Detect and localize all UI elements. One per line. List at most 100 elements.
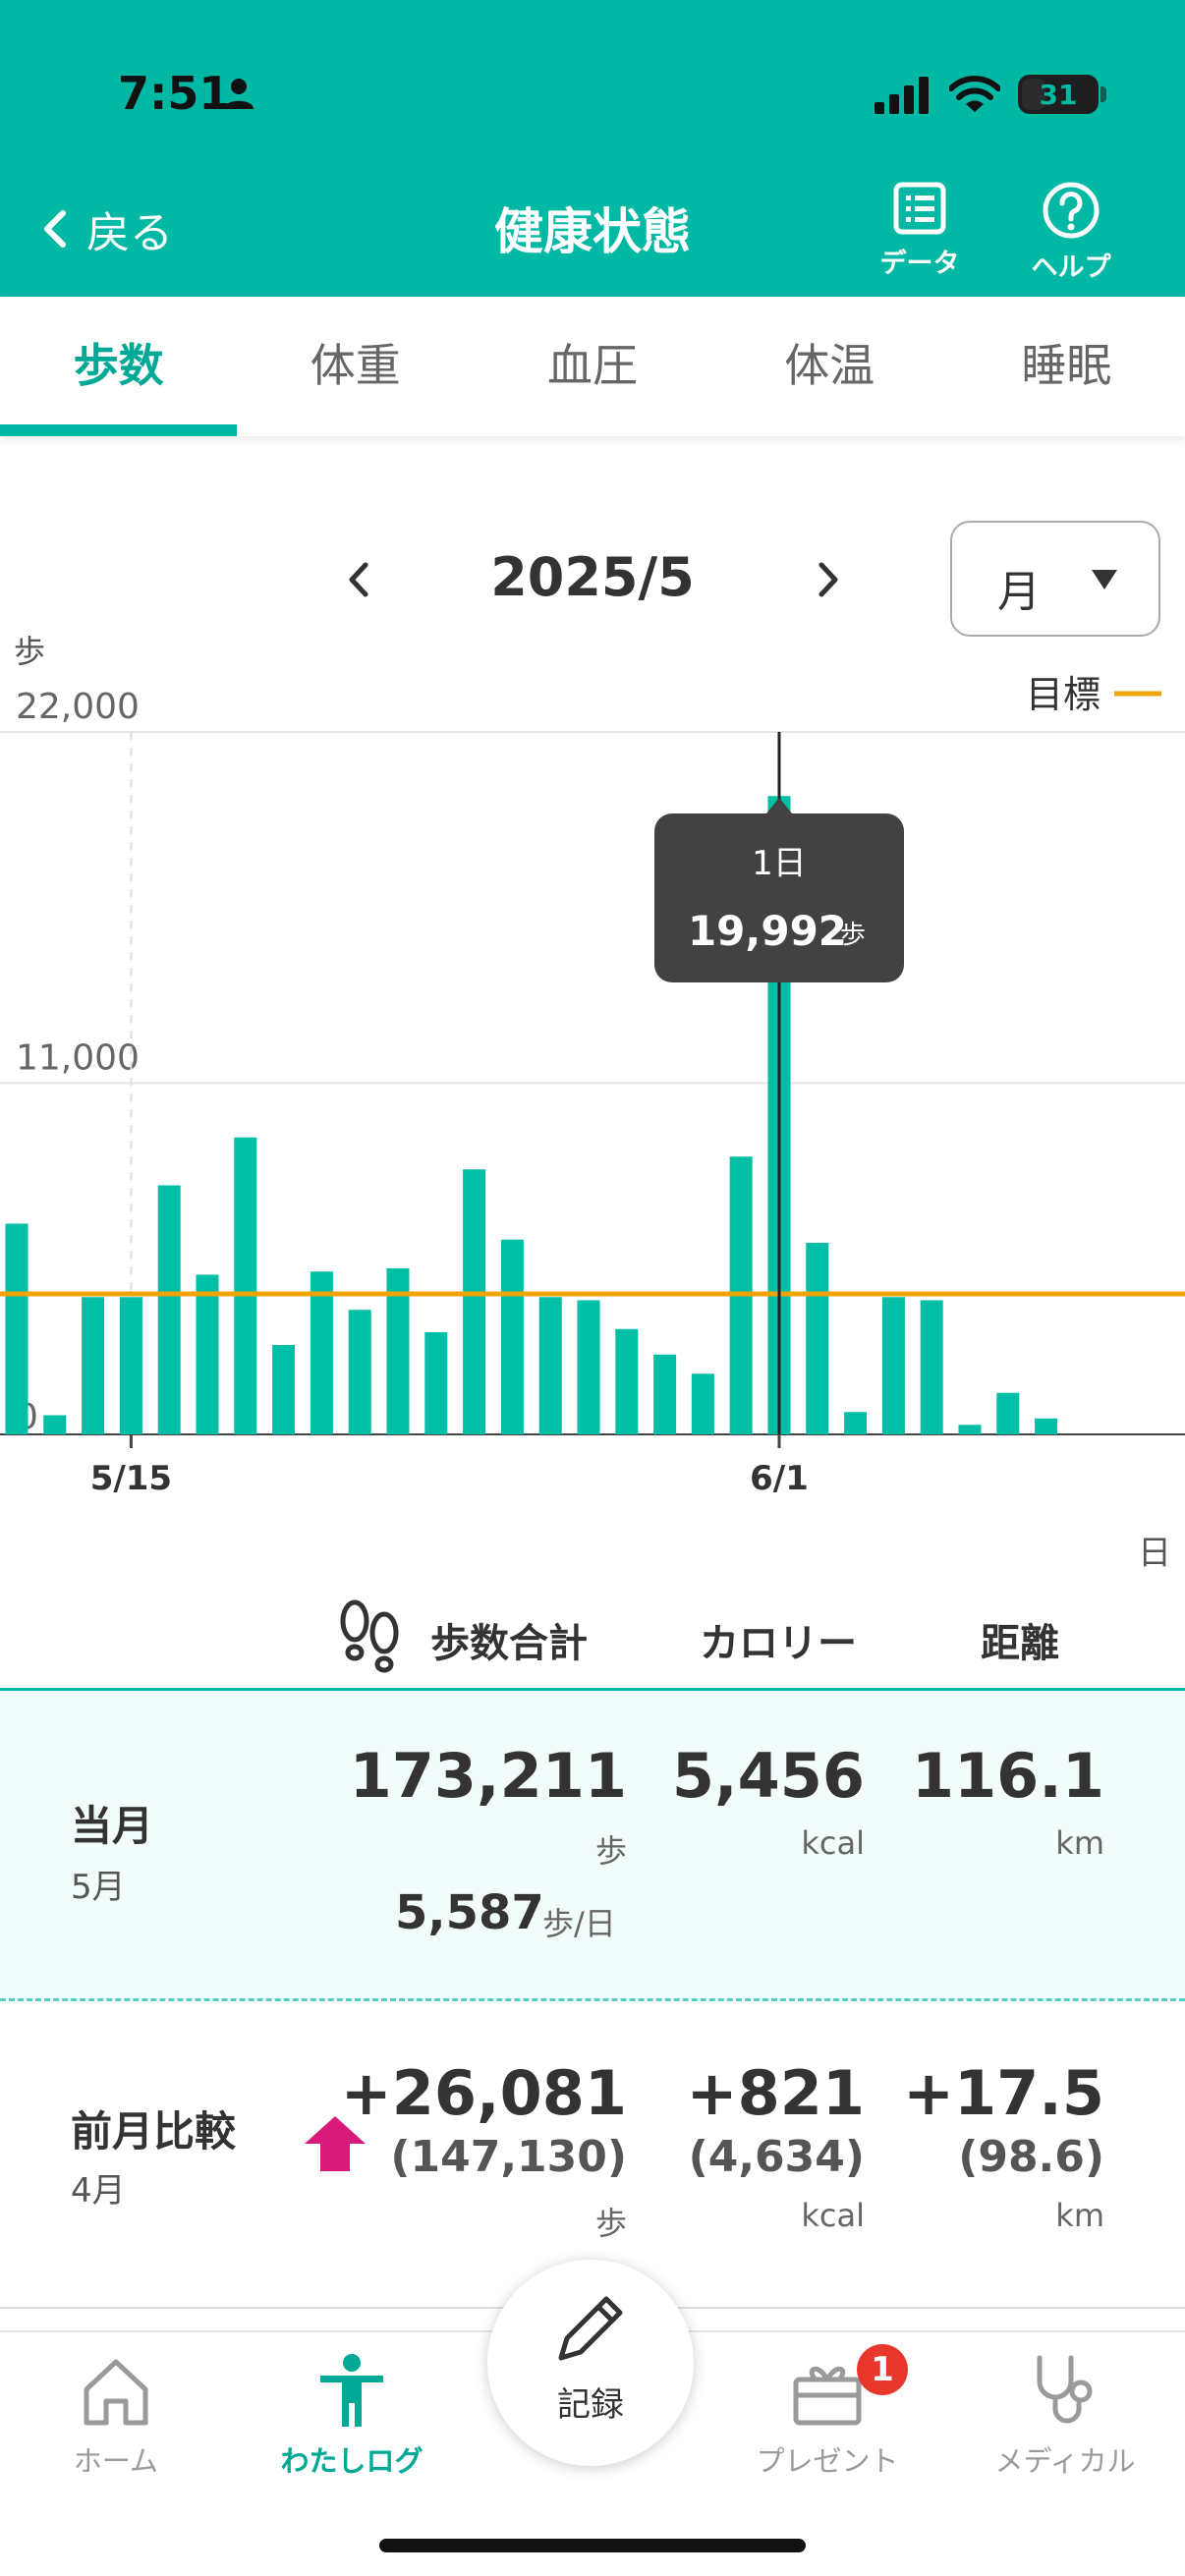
current-daily-unit: 歩/日 (542, 1905, 616, 1942)
current-month-label: 当月 (71, 1802, 154, 1850)
bar (615, 1328, 639, 1434)
bar (119, 1297, 142, 1434)
compare-sub: 4月 (71, 2171, 126, 2211)
footprints-icon (340, 1599, 399, 1673)
bar (82, 1297, 105, 1434)
status-bar: 7:51 31 (0, 67, 1185, 126)
tab-steps[interactable]: 歩数 (0, 297, 238, 436)
tab-temperature[interactable]: 体温 (711, 297, 948, 436)
data-button[interactable]: データ (851, 181, 988, 289)
caret-down-icon (1092, 570, 1117, 589)
tooltip-box (654, 813, 904, 982)
bar (844, 1412, 868, 1434)
y-tick-label: 11,000 (16, 1038, 140, 1079)
present-notification-badge: 1 (857, 2344, 908, 2395)
record-button[interactable]: 記録 (487, 2260, 694, 2466)
compare-calories-unit: kcal (801, 2197, 865, 2234)
bar (5, 1223, 28, 1434)
bar (424, 1332, 448, 1434)
y-tick-label: 22,000 (16, 687, 140, 727)
chevron-right-icon (818, 562, 838, 597)
nav-medical-label: メディカル (994, 2444, 1136, 2478)
back-label: 戻る (86, 208, 173, 258)
steps-bar-chart: 歩 22,00011,00005/156/1 目標1日19,992歩日 (0, 633, 1185, 1573)
period-label: 2025/5 (490, 546, 695, 608)
nav-home[interactable]: ホーム (18, 2352, 214, 2480)
bar (881, 1297, 905, 1434)
bar (653, 1354, 677, 1434)
bar (157, 1185, 181, 1434)
tab-weight[interactable]: 体重 (237, 297, 474, 436)
battery-icon: 31 (1018, 75, 1106, 114)
range-select-value: 月 (997, 567, 1041, 617)
wifi-icon (949, 76, 1000, 112)
stethoscope-icon (1037, 2355, 1093, 2424)
x-tick-label: 5/15 (90, 1459, 172, 1498)
gift-card-icon (793, 2366, 862, 2426)
bar (691, 1373, 714, 1434)
compare-distance-unit: km (1055, 2197, 1104, 2234)
chevron-left-icon (44, 210, 66, 248)
current-distance: 116.1 (911, 1740, 1104, 1812)
bar (958, 1425, 982, 1434)
current-month-sub: 5月 (71, 1868, 126, 1907)
compare-steps-prev: (147,130) (390, 2132, 627, 2182)
current-steps-total: 173,211 (349, 1740, 627, 1812)
compare-steps-unit: 歩 (594, 2205, 627, 2242)
nav-present-label: プレゼント (756, 2444, 899, 2478)
list-document-icon (893, 182, 946, 235)
bar (920, 1300, 943, 1434)
goal-legend-label: 目標 (1026, 673, 1100, 716)
home-indicator (379, 2539, 806, 2552)
bar (538, 1297, 562, 1434)
tab-sleep[interactable]: 睡眠 (948, 297, 1185, 436)
status-time: 7:51 (118, 67, 231, 120)
tooltip-value: 19,992 (688, 907, 847, 955)
x-axis-unit: 日 (1138, 1534, 1171, 1573)
compare-label: 前月比較 (71, 2107, 237, 2156)
bar (1035, 1418, 1058, 1434)
range-select[interactable]: 月 (950, 521, 1160, 637)
bar (272, 1345, 296, 1434)
person-standing-icon (320, 2354, 383, 2427)
metric-tabs: 歩数 体重 血圧 体温 睡眠 (0, 297, 1185, 436)
tooltip-unit: 歩 (840, 921, 866, 950)
nav-home-label: ホーム (73, 2444, 159, 2478)
selected-tooltip: 1日 19,992歩 (654, 798, 904, 982)
bar (348, 1310, 371, 1434)
y-axis-unit: 歩 (14, 633, 45, 670)
bar (996, 1392, 1020, 1434)
x-tick-label: 6/1 (750, 1459, 809, 1498)
summary-header: 歩数合計 カロリー 距離 (0, 1592, 1185, 1690)
next-period-button[interactable] (800, 545, 859, 614)
help-button[interactable]: ヘルプ (1002, 181, 1140, 289)
battery-level: 31 (1039, 79, 1078, 111)
distance-header: 距離 (981, 1621, 1059, 1666)
record-button-label: 記録 (557, 2385, 624, 2425)
current-month-row: 当月 5月 173,211 歩 5,587 歩/日 5,456 kcal 116… (0, 1691, 1185, 1999)
nav-mylog[interactable]: わたしログ (254, 2352, 450, 2480)
bar (43, 1415, 67, 1434)
pencil-icon (558, 2296, 623, 2361)
current-distance-unit: km (1055, 1824, 1104, 1862)
calories-header: カロリー (700, 1621, 857, 1666)
bar (806, 1243, 829, 1434)
tooltip-date: 1日 (752, 844, 807, 883)
help-icon (1043, 182, 1100, 239)
nav-mylog-label: わたしログ (280, 2444, 423, 2478)
person-icon (224, 79, 254, 109)
bar (577, 1300, 600, 1434)
compare-calories-prev: (4,634) (688, 2132, 865, 2182)
current-steps-unit: 歩 (594, 1832, 627, 1870)
previous-period-button[interactable] (328, 545, 387, 614)
compare-distance-diff: +17.5 (903, 2057, 1104, 2129)
tab-blood-pressure[interactable]: 血圧 (474, 297, 710, 436)
back-button[interactable]: 戻る (39, 195, 173, 263)
bar (234, 1137, 257, 1434)
compare-steps-diff: +26,081 (340, 2057, 627, 2129)
compare-distance-prev: (98.6) (958, 2132, 1104, 2182)
steps-total-header: 歩数合計 (430, 1621, 588, 1666)
chevron-left-icon (349, 562, 368, 597)
nav-medical[interactable]: メディカル (967, 2352, 1163, 2480)
data-button-label: データ (879, 249, 960, 279)
